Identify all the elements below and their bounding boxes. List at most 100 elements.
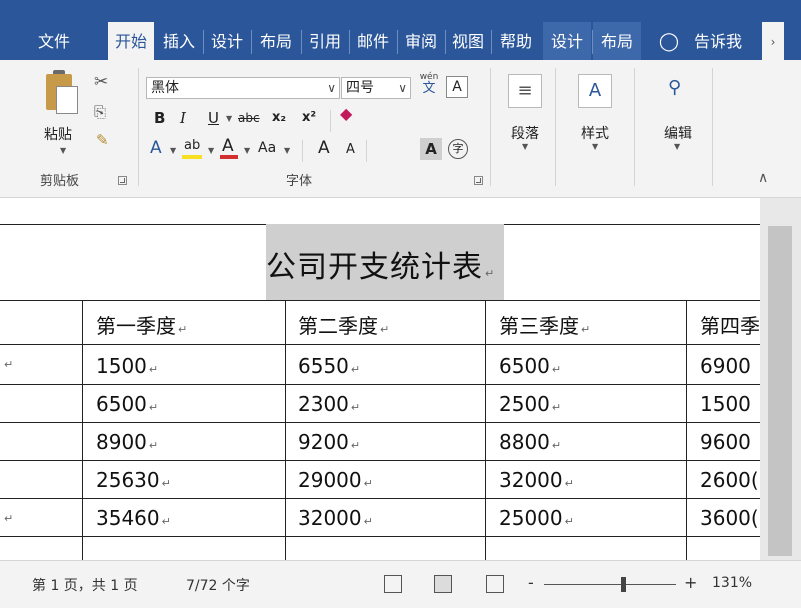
- underline-button[interactable]: U: [208, 108, 219, 128]
- tab-design[interactable]: 设计: [204, 22, 250, 62]
- vertical-scrollbar[interactable]: [760, 198, 801, 560]
- table-cell[interactable]: 2600(: [700, 468, 759, 492]
- tab-table-design[interactable]: 设计: [543, 22, 591, 62]
- tab-view[interactable]: 视图: [446, 22, 490, 62]
- table-cell[interactable]: 9600: [700, 430, 751, 454]
- subscript-button[interactable]: x₂: [272, 108, 286, 128]
- table-row-border: [0, 384, 760, 385]
- table-header-q1[interactable]: 第一季度 ↵: [96, 310, 187, 339]
- read-mode-icon[interactable]: [384, 575, 402, 593]
- shrink-font-button[interactable]: A: [346, 140, 355, 160]
- table-cell[interactable]: 6500 ↵: [499, 354, 561, 378]
- highlight-button[interactable]: ab: [184, 136, 200, 156]
- phonetic-guide-button[interactable]: wén 文: [418, 72, 440, 96]
- table-cell[interactable]: 2500 ↵: [499, 392, 561, 416]
- page-count[interactable]: 第 1 页，共 1 页: [32, 575, 138, 595]
- tab-scroll-right-button[interactable]: ›: [762, 22, 784, 62]
- zoom-slider[interactable]: [544, 584, 676, 585]
- paragraph-icon[interactable]: ≡: [508, 74, 542, 108]
- enclose-characters-button[interactable]: 字: [448, 139, 468, 159]
- table-cell[interactable]: 29000 ↵: [298, 468, 373, 492]
- strikethrough-button[interactable]: abc: [238, 108, 260, 128]
- table-cell[interactable]: 1500 ↵: [96, 354, 158, 378]
- paste-paper-icon[interactable]: [56, 86, 78, 114]
- character-border-button[interactable]: A: [446, 76, 468, 98]
- editing-dropdown-icon[interactable]: ▼: [674, 142, 680, 151]
- tab-help[interactable]: 帮助: [492, 22, 540, 62]
- table-cell[interactable]: 25000 ↵: [499, 506, 574, 530]
- table-header-q2[interactable]: 第二季度 ↵: [298, 310, 389, 339]
- paste-button[interactable]: 粘贴: [44, 124, 72, 144]
- change-case-button[interactable]: Aa: [258, 138, 276, 158]
- tab-review[interactable]: 审阅: [398, 22, 444, 62]
- tab-home[interactable]: 开始: [108, 22, 154, 62]
- zoom-in-button[interactable]: +: [684, 573, 697, 592]
- lightbulb-icon[interactable]: ◯: [656, 22, 682, 62]
- table-cell[interactable]: 8800 ↵: [499, 430, 561, 454]
- zoom-slider-thumb[interactable]: [621, 577, 626, 592]
- table-cell[interactable]: 1500: [700, 392, 751, 416]
- paste-dropdown-icon[interactable]: ▼: [60, 146, 66, 155]
- font-color-button[interactable]: A: [222, 136, 234, 156]
- tab-mailings[interactable]: 邮件: [350, 22, 396, 62]
- grow-font-button[interactable]: A: [318, 138, 330, 158]
- tab-references[interactable]: 引用: [302, 22, 348, 62]
- scrollbar-thumb[interactable]: [768, 226, 792, 556]
- table-cell[interactable]: 9200 ↵: [298, 430, 360, 454]
- table-cell[interactable]: 8900 ↵: [96, 430, 158, 454]
- table-column-border: [82, 300, 83, 560]
- table-header-q3[interactable]: 第三季度 ↵: [499, 310, 590, 339]
- paragraph-mark: ↵: [363, 477, 373, 490]
- tab-insert[interactable]: 插入: [156, 22, 202, 62]
- clipboard-dialog-launcher[interactable]: [118, 176, 127, 185]
- font-size-select[interactable]: 四号 ∨: [341, 77, 411, 99]
- zoom-out-button[interactable]: -: [528, 573, 534, 592]
- font-color-dropdown-icon[interactable]: ▼: [244, 146, 250, 155]
- styles-icon[interactable]: A: [578, 74, 612, 108]
- web-layout-icon[interactable]: [486, 575, 504, 593]
- font-dialog-launcher[interactable]: [474, 176, 483, 185]
- italic-button[interactable]: I: [180, 108, 186, 128]
- character-shading-button[interactable]: A: [420, 138, 442, 160]
- underline-dropdown-icon[interactable]: ▼: [226, 114, 232, 123]
- collapse-ribbon-icon[interactable]: ∧: [758, 168, 768, 188]
- text-effects-dropdown-icon[interactable]: ▼: [170, 146, 176, 155]
- styles-dropdown-icon[interactable]: ▼: [592, 142, 598, 151]
- word-count[interactable]: 7/72 个字: [186, 575, 250, 595]
- paragraph-button[interactable]: 段落: [495, 123, 555, 143]
- styles-button[interactable]: 样式: [565, 123, 625, 143]
- format-painter-icon[interactable]: ✎: [96, 130, 109, 150]
- bold-button[interactable]: B: [154, 108, 165, 128]
- superscript-button[interactable]: x²: [302, 108, 316, 128]
- zoom-level[interactable]: 131%: [712, 575, 752, 591]
- table-cell[interactable]: 6550 ↵: [298, 354, 360, 378]
- tell-me-search[interactable]: 告诉我: [688, 22, 748, 62]
- tab-layout[interactable]: 布局: [252, 22, 300, 62]
- table-cell[interactable]: 25630 ↵: [96, 468, 171, 492]
- table-cell[interactable]: 2300 ↵: [298, 392, 360, 416]
- table-cell[interactable]: 35460 ↵: [96, 506, 171, 530]
- font-name-select[interactable]: 黑体 ∨: [146, 77, 340, 99]
- print-layout-icon[interactable]: [434, 575, 452, 593]
- table-header-q4[interactable]: 第四季: [700, 310, 760, 339]
- clear-formatting-icon[interactable]: ◆: [340, 104, 352, 124]
- table-cell[interactable]: 3600(: [700, 506, 759, 530]
- highlight-dropdown-icon[interactable]: ▼: [208, 146, 214, 155]
- tab-table-layout[interactable]: 布局: [593, 22, 641, 62]
- table-cell[interactable]: 6500 ↵: [96, 392, 158, 416]
- document-title[interactable]: 公司开支统计表 ↵: [266, 242, 495, 286]
- text-effects-button[interactable]: A: [150, 138, 162, 158]
- cell-text: 29000: [298, 468, 362, 492]
- cut-icon[interactable]: ✂: [94, 72, 108, 92]
- copy-icon[interactable]: ⎘: [94, 102, 106, 122]
- table-cell[interactable]: 32000 ↵: [298, 506, 373, 530]
- paragraph-dropdown-icon[interactable]: ▼: [522, 142, 528, 151]
- editing-button[interactable]: 编辑: [648, 123, 708, 143]
- table-cell[interactable]: 32000 ↵: [499, 468, 574, 492]
- tab-file[interactable]: 文件: [24, 22, 84, 62]
- search-icon[interactable]: ⚲: [668, 78, 681, 98]
- change-case-dropdown-icon[interactable]: ▼: [284, 146, 290, 155]
- table-cell[interactable]: 6900: [700, 354, 751, 378]
- document-canvas[interactable]: 公司开支统计表 ↵ 第一季度 ↵ 第二季度 ↵ 第三季度 ↵ 第四季 ↵ 1500 ↵ 6…: [0, 198, 760, 560]
- font-color-swatch: [220, 155, 238, 159]
